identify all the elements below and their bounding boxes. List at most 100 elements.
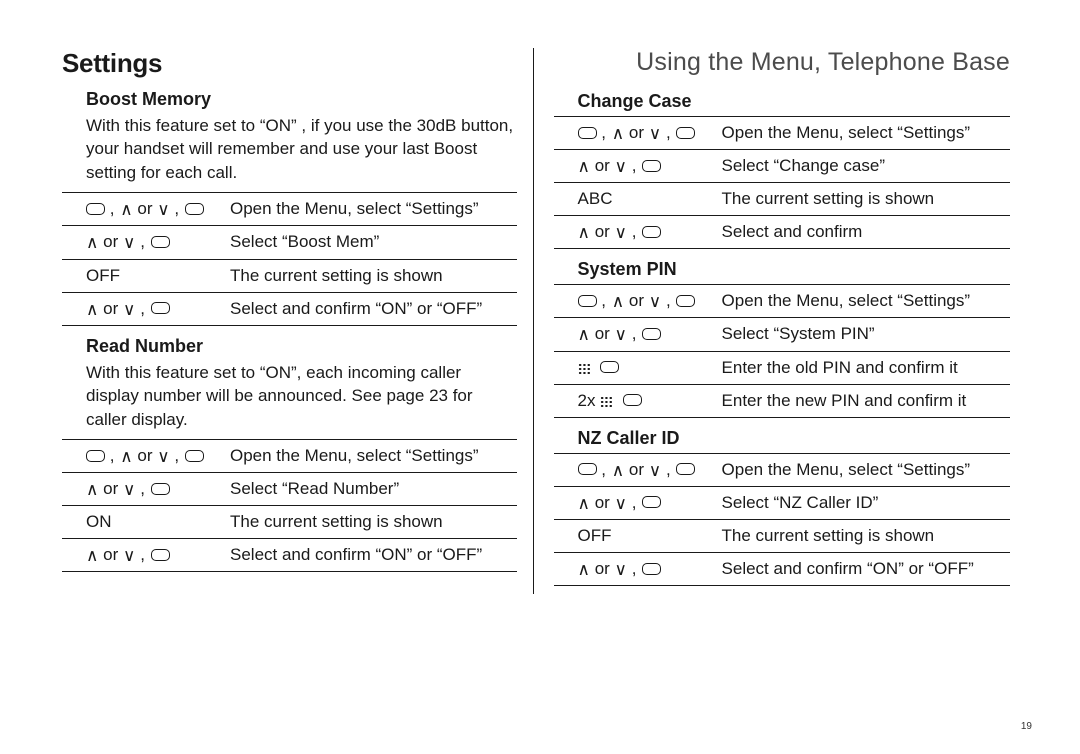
down-icon: ∨ <box>123 234 135 251</box>
dialpad-icon <box>600 396 613 408</box>
read-number-intro: With this feature set to “ON”, each inco… <box>86 361 517 431</box>
up-icon: ∧ <box>578 326 590 343</box>
step-description: Enter the old PIN and confirm it <box>720 351 1010 384</box>
table-row: , ∧ or ∨ , Open the Menu, select “Settin… <box>554 117 1010 150</box>
step-description: Select and confirm <box>720 216 1010 249</box>
manual-page: Settings Boost Memory With this feature … <box>0 0 1080 624</box>
softkey-icon <box>151 483 170 495</box>
page-number: 19 <box>1021 721 1032 732</box>
table-row: ∧ or ∨ , Select “Boost Mem” <box>62 226 517 259</box>
left-column: Settings Boost Memory With this feature … <box>62 48 533 594</box>
step-keys: 2x <box>554 384 720 417</box>
step-description: Open the Menu, select “Settings” <box>228 440 517 473</box>
step-description: Select “Read Number” <box>228 473 517 506</box>
table-row: ∧ or ∨ , Select and confirm “ON” or “OFF… <box>62 292 517 325</box>
boost-memory-steps-table: , ∧ or ∨ , Open the Menu, select “Settin… <box>62 192 517 325</box>
step-description: The current setting is shown <box>720 519 1010 552</box>
up-icon: ∧ <box>86 301 98 318</box>
step-description: The current setting is shown <box>720 183 1010 216</box>
step-description: Select and confirm “ON” or “OFF” <box>720 553 1010 586</box>
up-icon: ∧ <box>612 462 624 479</box>
table-row: , ∧ or ∨ , Open the Menu, select “Settin… <box>554 285 1010 318</box>
up-icon: ∧ <box>578 495 590 512</box>
up-icon: ∧ <box>578 158 590 175</box>
step-keys: ∧ or ∨ , <box>554 150 720 183</box>
down-icon: ∨ <box>615 326 627 343</box>
table-row: , ∧ or ∨ , Open the Menu, select “Settin… <box>62 440 517 473</box>
softkey-icon <box>185 450 204 462</box>
nz-caller-id-steps-table: , ∧ or ∨ , Open the Menu, select “Settin… <box>554 453 1010 586</box>
step-keys: , ∧ or ∨ , <box>62 193 228 226</box>
down-icon: ∨ <box>615 561 627 578</box>
step-keys: ON <box>62 506 228 539</box>
dialpad-icon <box>578 363 591 375</box>
up-icon: ∧ <box>86 234 98 251</box>
up-icon: ∧ <box>612 125 624 142</box>
table-row: OFFThe current setting is shown <box>62 259 517 292</box>
system-pin-steps-table: , ∧ or ∨ , Open the Menu, select “Settin… <box>554 284 1010 417</box>
step-description: Select “Boost Mem” <box>228 226 517 259</box>
change-case-steps-table: , ∧ or ∨ , Open the Menu, select “Settin… <box>554 116 1010 249</box>
step-description: Select “NZ Caller ID” <box>720 486 1010 519</box>
table-row: Enter the old PIN and confirm it <box>554 351 1010 384</box>
step-description: Open the Menu, select “Settings” <box>720 285 1010 318</box>
softkey-icon <box>642 226 661 238</box>
section-title-boost-memory: Boost Memory <box>86 89 517 110</box>
table-row: ∧ or ∨ , Select “Change case” <box>554 150 1010 183</box>
section-title-system-pin: System PIN <box>578 259 1010 280</box>
softkey-icon <box>578 127 597 139</box>
table-row: ONThe current setting is shown <box>62 506 517 539</box>
up-icon: ∧ <box>120 448 132 465</box>
step-keys: , ∧ or ∨ , <box>554 117 720 150</box>
table-row: ∧ or ∨ , Select and confirm “ON” or “OFF… <box>554 553 1010 586</box>
section-title-read-number: Read Number <box>86 336 517 357</box>
table-row: ∧ or ∨ , Select “NZ Caller ID” <box>554 486 1010 519</box>
breadcrumb: Using the Menu, Telephone Base <box>554 48 1010 77</box>
softkey-icon <box>676 127 695 139</box>
step-keys: ∧ or ∨ , <box>554 216 720 249</box>
down-icon: ∨ <box>123 481 135 498</box>
step-description: The current setting is shown <box>228 259 517 292</box>
down-icon: ∨ <box>123 547 135 564</box>
softkey-icon <box>578 295 597 307</box>
step-description: Select and confirm “ON” or “OFF” <box>228 539 517 572</box>
table-row: ∧ or ∨ , Select and confirm “ON” or “OFF… <box>62 539 517 572</box>
up-icon: ∧ <box>86 481 98 498</box>
up-icon: ∧ <box>578 224 590 241</box>
step-description: Enter the new PIN and confirm it <box>720 384 1010 417</box>
up-icon: ∧ <box>578 561 590 578</box>
step-keys: ∧ or ∨ , <box>62 292 228 325</box>
down-icon: ∨ <box>615 224 627 241</box>
softkey-icon <box>578 463 597 475</box>
softkey-icon <box>642 563 661 575</box>
up-icon: ∧ <box>612 293 624 310</box>
down-icon: ∨ <box>649 125 661 142</box>
step-keys: , ∧ or ∨ , <box>62 440 228 473</box>
down-icon: ∨ <box>157 448 169 465</box>
step-keys: ∧ or ∨ , <box>554 486 720 519</box>
down-icon: ∨ <box>649 462 661 479</box>
down-icon: ∨ <box>649 293 661 310</box>
boost-memory-intro: With this feature set to “ON” , if you u… <box>86 114 517 184</box>
step-description: Select “Change case” <box>720 150 1010 183</box>
down-icon: ∨ <box>157 201 169 218</box>
table-row: ∧ or ∨ , Select and confirm <box>554 216 1010 249</box>
step-keys: ∧ or ∨ , <box>554 553 720 586</box>
softkey-icon <box>151 302 170 314</box>
softkey-icon <box>151 549 170 561</box>
softkey-icon <box>642 496 661 508</box>
step-keys: , ∧ or ∨ , <box>554 285 720 318</box>
step-description: Open the Menu, select “Settings” <box>228 193 517 226</box>
step-keys: , ∧ or ∨ , <box>554 453 720 486</box>
softkey-icon <box>600 361 619 373</box>
down-icon: ∨ <box>615 158 627 175</box>
read-number-steps-table: , ∧ or ∨ , Open the Menu, select “Settin… <box>62 439 517 572</box>
softkey-icon <box>86 203 105 215</box>
table-row: , ∧ or ∨ , Open the Menu, select “Settin… <box>554 453 1010 486</box>
step-description: Open the Menu, select “Settings” <box>720 453 1010 486</box>
softkey-icon <box>642 160 661 172</box>
table-row: , ∧ or ∨ , Open the Menu, select “Settin… <box>62 193 517 226</box>
page-title: Settings <box>62 48 517 79</box>
step-keys: ∧ or ∨ , <box>62 226 228 259</box>
step-description: Open the Menu, select “Settings” <box>720 117 1010 150</box>
